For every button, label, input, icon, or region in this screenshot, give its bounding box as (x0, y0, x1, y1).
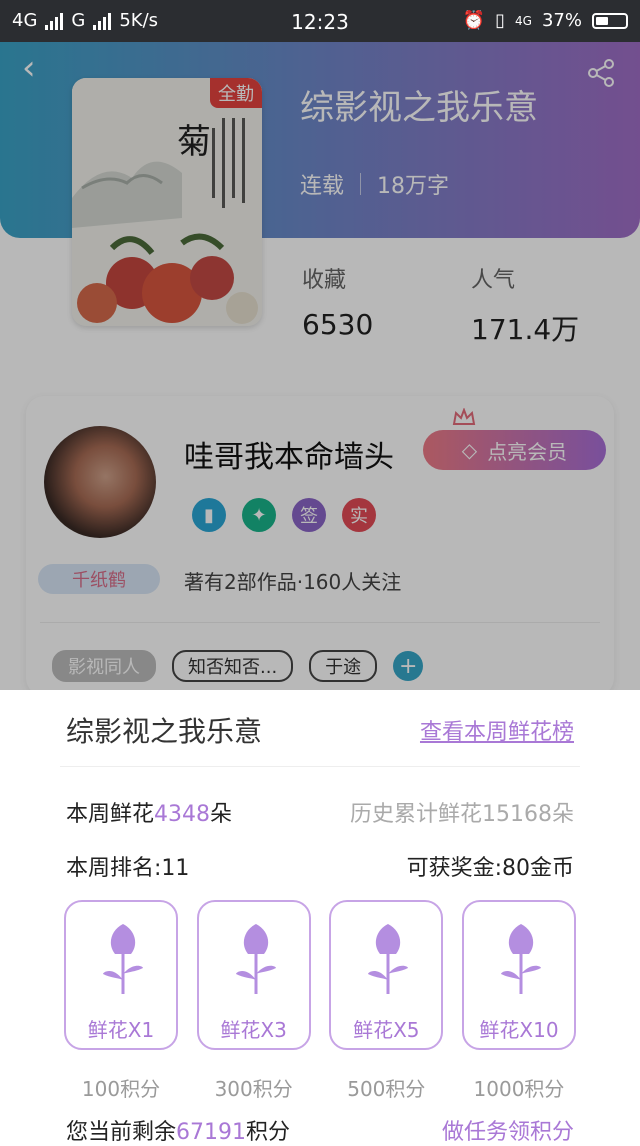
weekly-row: 本周鲜花4348朵 历史累计鲜花15168朵 (66, 796, 574, 828)
weekly-prefix: 本周鲜花 (66, 802, 155, 827)
points-row: 100积分 300积分 500积分 1000积分 (64, 1073, 576, 1102)
points-cost: 300积分 (214, 1077, 293, 1101)
weekly-rank: 本周排名:11 (66, 856, 190, 881)
rank-row: 本周排名:11 可获奖金:80金币 (66, 850, 574, 882)
flower-option-5[interactable]: 鲜花X5 (329, 900, 444, 1050)
weekly-suffix: 朵 (210, 802, 233, 827)
points-cost: 500积分 (347, 1077, 426, 1101)
history-flowers: 历史累计鲜花15168朵 (350, 802, 574, 827)
sheet-divider (60, 766, 580, 767)
remain-value: 67191 (176, 1120, 247, 1145)
battery-icon (592, 12, 628, 29)
bonus: 可获奖金:80金币 (406, 856, 574, 881)
flower-icon (368, 924, 409, 994)
weekly-flowers: 本周鲜花4348朵 (66, 796, 232, 828)
weekly-value: 4348 (154, 802, 211, 827)
flower-icon (500, 924, 541, 994)
flower-option-label: 鲜花X10 (479, 1018, 559, 1042)
flower-icon (235, 924, 276, 994)
vibrate-icon: ▯ (495, 10, 506, 31)
points-cost: 1000积分 (473, 1077, 565, 1101)
remaining-row: 您当前剩余67191积分 做任务领积分 (66, 1114, 574, 1146)
flower-option-label: 鲜花X5 (353, 1018, 420, 1042)
remain-suffix: 积分 (246, 1120, 291, 1145)
network-type: 4G (515, 13, 532, 28)
flower-option-3[interactable]: 鲜花X3 (196, 900, 311, 1050)
sheet-title: 综影视之我乐意 (66, 715, 263, 748)
dim-overlay[interactable] (0, 42, 640, 690)
battery-percent: 37% (541, 10, 582, 31)
flower-option-10[interactable]: 鲜花X10 (461, 900, 576, 1050)
points-cost: 100积分 (81, 1077, 161, 1101)
flower-icon (103, 924, 143, 994)
flower-options: 鲜花X1 鲜花X3 鲜花X5 鲜花X10 (64, 900, 576, 1050)
flower-option-label: 鲜花X3 (220, 1018, 287, 1042)
status-right: ⏰ ▯ 4G 37% (463, 10, 628, 31)
remain-prefix: 您当前剩余 (66, 1120, 177, 1145)
flower-option-label: 鲜花X1 (87, 1018, 155, 1042)
flower-option-1[interactable]: 鲜花X1 (64, 900, 178, 1050)
remaining-points: 您当前剩余67191积分 (66, 1114, 290, 1146)
alarm-icon: ⏰ (462, 10, 486, 31)
status-bar: 4G G 5K/s 12:23 ⏰ ▯ 4G 37% (0, 0, 640, 42)
weekly-ranking-link[interactable]: 查看本周鲜花榜 (420, 714, 574, 746)
task-points-link[interactable]: 做任务领积分 (442, 1114, 574, 1146)
